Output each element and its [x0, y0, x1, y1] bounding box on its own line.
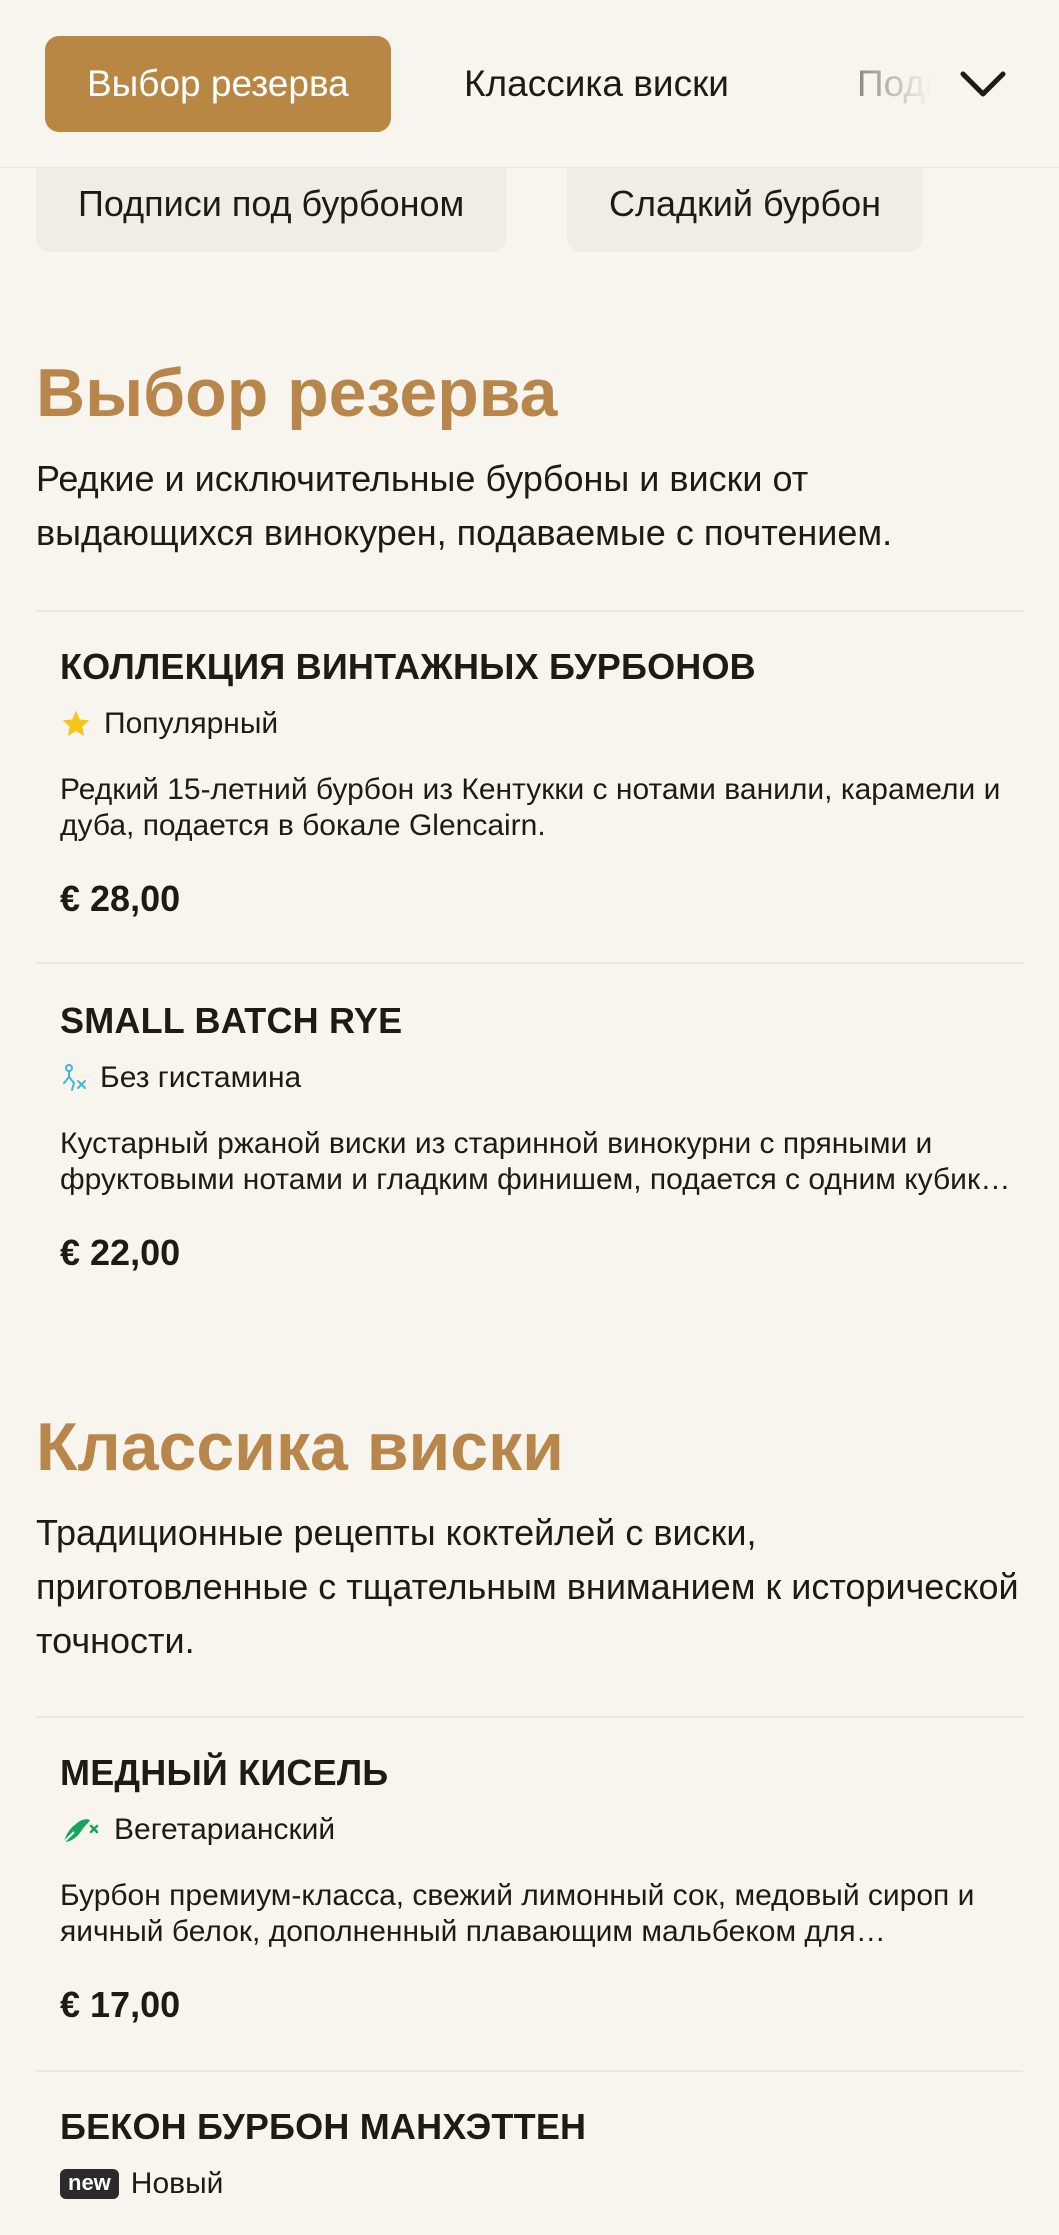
divider [36, 962, 1023, 964]
badge-label: Новый [130, 2167, 224, 2200]
item-badge: Вегетарианский [60, 1810, 335, 1850]
item-price: € 22,00 [60, 1232, 181, 1273]
badge-label: Вегетарианский [114, 1813, 336, 1846]
item-description: Редкий 15-летний бурбон из Кентукки с но… [60, 773, 1001, 842]
item-description: Бурбон премиум-класса, свежий лимонный с… [60, 1879, 975, 1948]
badge-label: Популярный [104, 707, 279, 740]
section-title: Классика виски [36, 1409, 564, 1485]
item-name: SMALL BATCH RYE [60, 1000, 403, 1041]
category-nav: Выбор резерва Классика виски Подписи под… [0, 0, 1059, 168]
category-tabs: Выбор резерва Классика виски Подписи под… [45, 36, 945, 132]
star-icon [62, 710, 90, 736]
item-name: КОЛЛЕКЦИЯ ВИНТАЖНЫХ БУРБОНОВ [60, 646, 756, 687]
menu-item[interactable]: БЕКОН БУРБОН МАНХЭТТЕН new Новый [36, 2106, 1023, 2235]
vegetarian-icon [63, 1819, 99, 1843]
tabs-fade-overlay [855, 36, 945, 132]
expand-categories-button[interactable] [947, 48, 1019, 120]
divider [36, 610, 1023, 612]
section-title: Выбор резерва [36, 355, 558, 431]
item-price: € 28,00 [60, 878, 181, 919]
item-badge: Без гистамина [60, 1058, 301, 1098]
chip-bourbon-signatures[interactable]: Подписи под бурбоном [36, 164, 507, 252]
menu-item[interactable]: SMALL BATCH RYE Без гистамина Кустарный … [36, 1000, 1023, 1316]
item-price: € 17,00 [60, 1984, 181, 2025]
chevron-down-icon [960, 71, 1006, 97]
chip-sweet-bourbon[interactable]: Сладкий бурбон [567, 164, 923, 252]
item-name: БЕКОН БУРБОН МАНХЭТТЕН [60, 2106, 587, 2147]
histamine-free-icon [63, 1064, 86, 1091]
item-badge: Популярный [60, 704, 278, 744]
new-tag-icon: new [60, 2169, 119, 2199]
item-name: МЕДНЫЙ КИСЕЛЬ [60, 1752, 389, 1793]
section-description: Редкие и исключительные бурбоны и виски … [36, 458, 893, 553]
menu-item[interactable]: МЕДНЫЙ КИСЕЛЬ Вегетарианский Бурбон прем… [36, 1752, 1023, 2068]
section-description: Традиционные рецепты коктейлей с виски, … [36, 1512, 1019, 1661]
divider [36, 2070, 1023, 2072]
tab-whisky-classics[interactable]: Классика виски [422, 36, 771, 132]
item-description: Кустарный ржаной виски из старинной вино… [60, 1127, 1018, 1196]
divider [36, 1716, 1023, 1718]
menu-item[interactable]: КОЛЛЕКЦИЯ ВИНТАЖНЫХ БУРБОНОВ Популярный … [36, 646, 1023, 962]
tab-reserve-selection[interactable]: Выбор резерва [45, 36, 391, 132]
item-badge: new Новый [60, 2164, 223, 2204]
badge-label: Без гистамина [100, 1061, 302, 1094]
